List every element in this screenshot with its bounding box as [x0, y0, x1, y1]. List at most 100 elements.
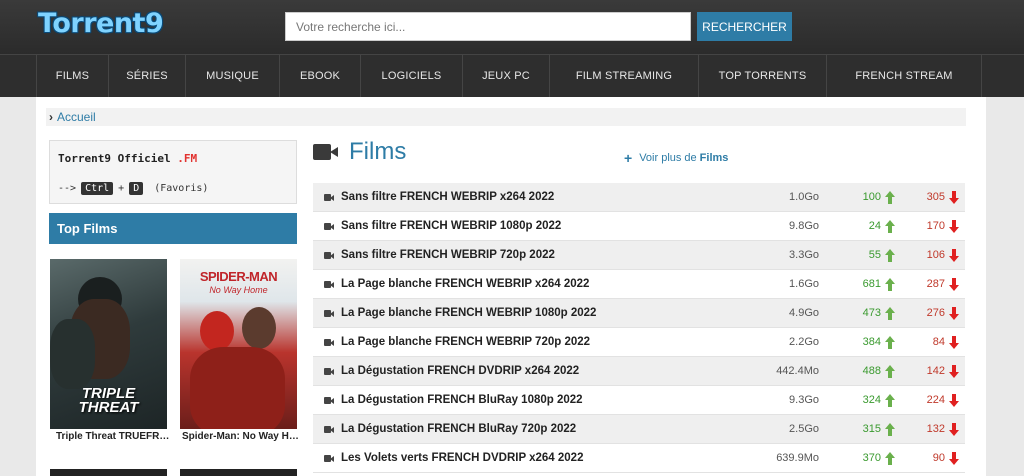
nav-item[interactable]: EBOOK: [279, 55, 360, 97]
video-camera-icon: [313, 142, 339, 162]
torrent-name-link[interactable]: La Page blanche FRENCH WEBRIP x264 2022: [341, 278, 589, 290]
arrow-down-icon: [949, 452, 959, 465]
torrent-name-link[interactable]: Les Volets verts FRENCH DVDRIP x264 2022: [341, 452, 583, 464]
torrent-name-link[interactable]: Sans filtre FRENCH WEBRIP 720p 2022: [341, 249, 555, 261]
torrent-size: 442.4Mo: [776, 365, 819, 377]
video-camera-icon: [324, 310, 335, 318]
nav-list: FILMS SÉRIES MUSIQUE EBOOK LOGICIELS JEUX PC F…: [36, 55, 982, 97]
table-row[interactable]: Sans filtre FRENCH WEBRIP 1080p 2022 9.8G…: [313, 212, 965, 241]
nav-item[interactable]: FILMS: [36, 55, 108, 97]
torrent-leechers: 90: [932, 452, 945, 464]
arrow-down-icon: [949, 278, 959, 291]
torrent-seeders: 324: [862, 394, 881, 406]
torrent-leechers: 106: [926, 249, 945, 261]
main-nav: FILMS SÉRIES MUSIQUE EBOOK LOGICIELS JEUX PC F…: [0, 54, 1024, 97]
arrow-down-icon: [949, 191, 959, 204]
table-row[interactable]: Sans filtre FRENCH WEBRIP 720p 2022 3.3Go…: [313, 241, 965, 270]
poster-triple-threat[interactable]: TRIPLE THREAT: [50, 259, 167, 429]
table-row[interactable]: La Dégustation FRENCH DVDRIP x264 2022 44…: [313, 357, 965, 386]
torrent-seeders: 384: [862, 336, 881, 348]
site-logo[interactable]: Torrent9: [38, 8, 164, 39]
promo-box: Torrent9 Officiel .FM --> Ctrl + D (Favo…: [49, 140, 297, 204]
breadcrumb-home-link[interactable]: Accueil: [57, 110, 96, 124]
torrent-name-link[interactable]: La Page blanche FRENCH WEBRIP 1080p 2022: [341, 307, 596, 319]
nav-item[interactable]: FILM STREAMING: [549, 55, 698, 97]
torrent-seeders: 681: [862, 278, 881, 290]
torrent-size: 9.8Go: [789, 220, 819, 232]
torrent-leechers: 170: [926, 220, 945, 232]
arrow-up-icon: [885, 394, 895, 407]
chevron-right-icon: ›: [49, 110, 53, 124]
nav-item[interactable]: LOGICIELS: [360, 55, 462, 97]
video-camera-icon: [324, 368, 335, 376]
top-films-title: Top Films: [49, 213, 297, 244]
table-row[interactable]: La Dégustation FRENCH BluRay 1080p 2022 9…: [313, 386, 965, 415]
table-row[interactable]: La Page blanche FRENCH WEBRIP 720p 2022 2…: [313, 328, 965, 357]
table-row[interactable]: La Page blanche FRENCH WEBRIP x264 2022 1…: [313, 270, 965, 299]
torrent-leechers: 142: [926, 365, 945, 377]
search-button[interactable]: RECHERCHER: [697, 12, 792, 41]
arrow-down-icon: [949, 249, 959, 262]
table-row[interactable]: La Page blanche FRENCH WEBRIP 1080p 2022…: [313, 299, 965, 328]
poster-next[interactable]: [50, 469, 167, 476]
plus-icon: +: [624, 150, 633, 166]
nav-item[interactable]: MUSIQUE: [185, 55, 279, 97]
video-camera-icon: [324, 397, 335, 405]
torrent-name-link[interactable]: Sans filtre FRENCH WEBRIP x264 2022: [341, 191, 554, 203]
video-camera-icon: [324, 194, 335, 202]
video-camera-icon: [324, 455, 335, 463]
film-caption[interactable]: Spider-Man: No Way Home: [182, 431, 299, 442]
torrent-name-link[interactable]: La Dégustation FRENCH BluRay 720p 2022: [341, 423, 576, 435]
table-row[interactable]: La Dégustation FRENCH BluRay 720p 2022 2.…: [313, 415, 965, 444]
arrow-up-icon: [885, 365, 895, 378]
torrent-seeders: 24: [868, 220, 881, 232]
torrent-leechers: 305: [926, 191, 945, 203]
arrow-down-icon: [949, 423, 959, 436]
torrent-name-link[interactable]: La Dégustation FRENCH BluRay 1080p 2022: [341, 394, 583, 406]
torrent-seeders: 488: [862, 365, 881, 377]
arrow-up-icon: [885, 278, 895, 291]
poster-next[interactable]: [180, 469, 297, 476]
arrow-up-icon: [885, 249, 895, 262]
arrow-up-icon: [885, 423, 895, 436]
section-header: Films: [313, 137, 406, 167]
video-camera-icon: [324, 281, 335, 289]
video-camera-icon: [324, 426, 335, 434]
torrent-size: 3.3Go: [789, 249, 819, 261]
film-caption[interactable]: Triple Threat TRUEFRENCH: [56, 431, 173, 442]
torrent-leechers: 287: [926, 278, 945, 290]
ctrl-key: Ctrl: [81, 182, 114, 195]
torrent-size: 1.0Go: [789, 191, 819, 203]
promo-title: Torrent9 Officiel .FM: [58, 152, 198, 165]
arrow-up-icon: [885, 452, 895, 465]
arrow-up-icon: [885, 191, 895, 204]
breadcrumb: › Accueil: [46, 108, 966, 126]
search-input[interactable]: [285, 12, 691, 41]
torrent-list: Sans filtre FRENCH WEBRIP x264 2022 1.0Go…: [313, 183, 965, 473]
poster-title: TRIPLE THREAT: [78, 385, 139, 416]
poster-subtitle: No Way Home: [209, 285, 268, 295]
torrent-leechers: 224: [926, 394, 945, 406]
torrent-name-link[interactable]: La Page blanche FRENCH WEBRIP 720p 2022: [341, 336, 590, 348]
nav-item[interactable]: TOP TORRENTS: [698, 55, 826, 97]
arrow-up-icon: [885, 220, 895, 233]
arrow-down-icon: [949, 336, 959, 349]
video-camera-icon: [324, 223, 335, 231]
torrent-seeders: 55: [868, 249, 881, 261]
torrent-size: 9.3Go: [789, 394, 819, 406]
see-more-link[interactable]: + Voir plus de Films: [624, 150, 728, 166]
nav-item[interactable]: FRENCH STREAM: [826, 55, 982, 97]
table-row[interactable]: Sans filtre FRENCH WEBRIP x264 2022 1.0Go…: [313, 183, 965, 212]
torrent-size: 2.2Go: [789, 336, 819, 348]
nav-item[interactable]: SÉRIES: [108, 55, 185, 97]
poster-spider-man[interactable]: SPIDER-MAN No Way Home: [180, 259, 297, 429]
table-row[interactable]: Les Volets verts FRENCH DVDRIP x264 2022…: [313, 444, 965, 473]
torrent-name-link[interactable]: La Dégustation FRENCH DVDRIP x264 2022: [341, 365, 579, 377]
torrent-seeders: 370: [862, 452, 881, 464]
nav-item[interactable]: JEUX PC: [462, 55, 549, 97]
torrent-leechers: 276: [926, 307, 945, 319]
torrent-seeders: 100: [862, 191, 881, 203]
site-header: Torrent9 RECHERCHER: [0, 0, 1024, 54]
torrent-name-link[interactable]: Sans filtre FRENCH WEBRIP 1080p 2022: [341, 220, 561, 232]
arrow-down-icon: [949, 365, 959, 378]
